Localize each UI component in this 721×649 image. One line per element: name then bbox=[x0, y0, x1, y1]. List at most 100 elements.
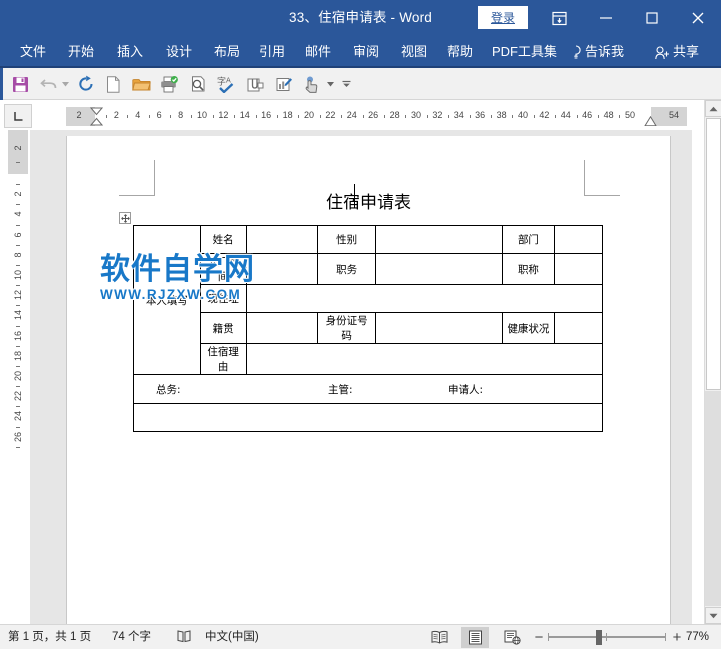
redo-icon[interactable] bbox=[74, 72, 98, 96]
table-cell-blank[interactable] bbox=[245, 253, 319, 285]
zoom-level-label[interactable]: 77% bbox=[686, 625, 709, 649]
sign-in-button[interactable]: 登录 bbox=[478, 6, 528, 29]
table-cell-blank[interactable] bbox=[374, 225, 503, 254]
minimize-icon[interactable] bbox=[583, 0, 628, 36]
print-icon[interactable] bbox=[157, 72, 181, 96]
open-folder-icon[interactable] bbox=[129, 72, 153, 96]
ruler-number: 12 bbox=[218, 110, 229, 120]
ribbon-tab-9[interactable]: 视图 bbox=[401, 36, 427, 68]
table-cell-blank[interactable] bbox=[554, 253, 603, 285]
table-row[interactable]: 籍贯 身份证号码 健康状况 bbox=[134, 312, 603, 344]
print-preview-icon[interactable] bbox=[186, 72, 210, 96]
ruler-number: 6 bbox=[156, 110, 162, 120]
proofing-errors-icon[interactable] bbox=[176, 629, 192, 646]
table-cell-blank[interactable] bbox=[245, 225, 319, 254]
table-cell-label[interactable]: 部门 bbox=[501, 225, 556, 254]
language-status[interactable]: 中文(中国) bbox=[205, 625, 259, 649]
scrollbar-track[interactable] bbox=[705, 391, 721, 606]
zoom-in-button[interactable]: + bbox=[669, 629, 685, 645]
new-document-icon[interactable] bbox=[101, 72, 125, 96]
ribbon-tab-8[interactable]: 审阅 bbox=[353, 36, 379, 68]
table-cell-label[interactable]: 住宿理由 bbox=[199, 343, 247, 375]
word-count-status[interactable]: 74 个字 bbox=[112, 625, 151, 649]
ribbon-tab-7[interactable]: 邮件 bbox=[305, 36, 331, 68]
ruler-tick bbox=[234, 115, 236, 118]
signature-label: 申请人: bbox=[448, 384, 484, 396]
ribbon-tab-11[interactable]: PDF工具集 bbox=[492, 36, 557, 68]
table-cell-blank[interactable] bbox=[554, 225, 603, 254]
maximize-icon[interactable] bbox=[629, 0, 674, 36]
vertical-scrollbar[interactable] bbox=[704, 100, 721, 624]
first-line-indent-marker[interactable] bbox=[90, 107, 103, 126]
save-icon[interactable] bbox=[8, 72, 32, 96]
undo-dropdown-caret[interactable] bbox=[60, 72, 71, 96]
table-row[interactable]: 住宿理由 bbox=[134, 343, 604, 375]
table-cell-blank[interactable] bbox=[245, 343, 604, 375]
vertical-ruler-number: 12 bbox=[13, 290, 23, 301]
signature-cell[interactable]: 总务: 主管: 申请人: bbox=[133, 374, 603, 404]
page-number-status[interactable]: 第 1 页，共 1 页 bbox=[8, 625, 91, 649]
table-cell-blank[interactable] bbox=[245, 284, 604, 313]
ribbon-tab-13[interactable]: 共享 bbox=[655, 36, 699, 68]
ribbon-tab-3[interactable]: 插入 bbox=[117, 36, 143, 68]
zoom-slider-track[interactable] bbox=[548, 633, 666, 641]
ruler-number: 10 bbox=[196, 110, 208, 120]
zoom-slider-thumb[interactable] bbox=[596, 630, 602, 645]
table-cell-blank[interactable] bbox=[245, 312, 319, 344]
document-page[interactable]: 住宿申请表 本人填写 姓名 性别 部门 入厂时间 职务 职称 现住址 籍贯 身份证号码 健康状况 住宿… bbox=[66, 136, 671, 630]
attachment-icon[interactable] bbox=[243, 72, 267, 96]
web-layout-view-button[interactable] bbox=[498, 627, 526, 648]
zoom-out-button[interactable]: − bbox=[531, 629, 547, 645]
spell-check-icon[interactable]: 字 A bbox=[214, 72, 238, 96]
table-move-handle-icon[interactable] bbox=[119, 212, 131, 224]
touch-mode-dropdown-caret[interactable] bbox=[325, 72, 336, 96]
ribbon-tab-4[interactable]: 设计 bbox=[166, 36, 192, 68]
customize-toolbar-caret[interactable] bbox=[341, 72, 352, 96]
ribbon-tab-12[interactable]: 告诉我 bbox=[570, 36, 624, 68]
read-mode-view-button[interactable] bbox=[425, 627, 453, 648]
vertical-ruler-number: 26 bbox=[13, 431, 23, 442]
ribbon-tab-1[interactable]: 文件 bbox=[20, 36, 46, 68]
print-layout-view-button[interactable] bbox=[461, 627, 489, 648]
ribbon-tab-label: PDF工具集 bbox=[492, 44, 558, 59]
table-cell-label[interactable]: 身份证号码 bbox=[317, 312, 376, 344]
ribbon-tab-6[interactable]: 引用 bbox=[259, 36, 285, 68]
close-icon[interactable] bbox=[675, 0, 721, 36]
scroll-up-arrow-icon[interactable] bbox=[705, 100, 721, 117]
table-cell-blank[interactable] bbox=[554, 312, 603, 344]
undo-icon[interactable] bbox=[37, 72, 61, 96]
table-cell-blank[interactable] bbox=[374, 312, 503, 344]
edit-chart-icon[interactable] bbox=[272, 72, 296, 96]
scroll-down-arrow-icon[interactable] bbox=[705, 607, 721, 624]
ruler-number: 4 bbox=[135, 110, 141, 120]
table-cell-label[interactable]: 健康状况 bbox=[501, 312, 556, 344]
table-cell-label[interactable]: 职称 bbox=[501, 253, 556, 285]
table-blank-row[interactable] bbox=[133, 403, 603, 432]
scrollbar-thumb[interactable] bbox=[706, 118, 721, 390]
ruler-tick bbox=[448, 115, 450, 118]
table-cell-label[interactable]: 职务 bbox=[317, 253, 376, 285]
table-cell-label[interactable]: 现住址 bbox=[199, 284, 247, 313]
table-row[interactable]: 现住址 bbox=[134, 284, 604, 313]
ruler-tick bbox=[169, 115, 171, 118]
ribbon-display-options-icon[interactable] bbox=[537, 0, 582, 36]
application-form-table[interactable]: 本人填写 姓名 性别 部门入厂时间 职务 职称现住址 籍贯 身份证号码 健康状况住宿理由 总务: 主… bbox=[133, 225, 604, 432]
horizontal-ruler[interactable]: 2 2 4 6 8 10 12 14 16 18 20 22 24 26 28 30 32 34 36 38 40 42 4… bbox=[66, 107, 687, 126]
table-cell-label[interactable]: 籍贯 bbox=[199, 312, 247, 344]
table-row[interactable]: 入厂时间 职务 职称 bbox=[134, 253, 603, 285]
table-cell-label[interactable]: 入厂时间 bbox=[199, 253, 247, 285]
table-cell-label[interactable]: 姓名 bbox=[199, 225, 247, 254]
ribbon-tab-5[interactable]: 布局 bbox=[214, 36, 240, 68]
blank-comment-cell[interactable] bbox=[133, 403, 603, 432]
table-cell-label[interactable]: 性别 bbox=[317, 225, 376, 254]
tab-stop-selector[interactable] bbox=[4, 104, 32, 128]
touch-mouse-mode-icon[interactable] bbox=[300, 72, 324, 96]
right-indent-marker[interactable] bbox=[644, 116, 657, 126]
ribbon-tab-2[interactable]: 开始 bbox=[68, 36, 94, 68]
ribbon-tab-10[interactable]: 帮助 bbox=[447, 36, 473, 68]
table-row[interactable]: 本人填写 姓名 性别 部门 bbox=[133, 225, 603, 375]
vertical-ruler[interactable]: 2 2 4 6 8 10 12 14 16 18 20 22 24 26 bbox=[8, 130, 28, 630]
table-cell-blank[interactable] bbox=[374, 253, 503, 285]
cell-self-fill-label[interactable]: 本人填写 bbox=[133, 225, 201, 375]
table-signature-row[interactable]: 总务: 主管: 申请人: bbox=[133, 374, 603, 404]
